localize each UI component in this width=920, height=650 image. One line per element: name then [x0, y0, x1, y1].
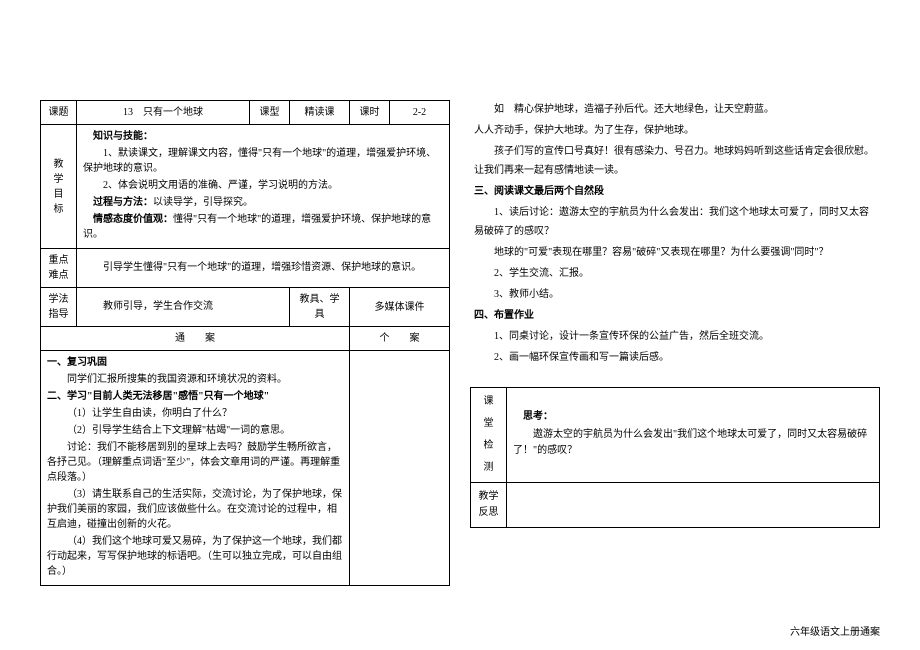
- ge-content: [350, 351, 450, 586]
- lc-h2: 二、学习"目前人类无法移居"感悟"只有一个地球": [47, 389, 343, 404]
- lc-p3: （2）引导学生结合上下文理解"枯竭"一词的意思。: [47, 423, 343, 438]
- lc-p2: （1）让学生自由读，你明白了什么？: [47, 406, 343, 421]
- method-label: 学法指导: [41, 288, 77, 327]
- check-table: 课 堂 检 测 思考： 遨游太空的宇航员为什么会发出"我们这个地球太可爱了，同时…: [470, 387, 880, 528]
- goals-sec1-l2: 2、体会说明文用语的准确、严谨，学习说明的方法。: [83, 178, 443, 193]
- check-row: 课 堂 检 测 思考： 遨游太空的宇航员为什么会发出"我们这个地球太可爱了，同时…: [471, 388, 880, 483]
- tong-content: 一、复习巩固 同学们汇报所搜集的我国资源和环境状况的资料。 二、学习"目前人类无…: [41, 351, 350, 586]
- rc-h4: 四、布置作业: [474, 306, 876, 325]
- keypoint-text: 引导学生懂得"只有一个地球"的道理，增强珍惜资源、保护地球的意识。: [77, 249, 450, 288]
- rc-p2: 1、读后讨论：遨游太空的宇航员为什么会发出：我们这个地球太可爱了，同时又太容易破…: [474, 203, 876, 241]
- reflect-content: [507, 483, 880, 528]
- goals-label: 教学 目标: [41, 125, 77, 249]
- rc-p5: 3、教师小结。: [474, 285, 876, 304]
- rc-p0b: 人人齐动手，保护大地球。为了生存，保护地球。: [474, 121, 876, 140]
- rc-p0a: 如 精心保护地球，造福子孙后代。还大地绿色，让天空蔚蓝。: [474, 100, 876, 119]
- kexing-value: 精读课: [290, 101, 350, 125]
- ge-label: 个 案: [350, 327, 450, 351]
- keshi-value: 2-2: [390, 101, 450, 125]
- lc-p1: 同学们汇报所搜集的我国资源和环境状况的资料。: [47, 372, 343, 387]
- method-text: 教师引导，学生合作交流: [77, 288, 290, 327]
- lc-p4: 讨论：我们不能移居到别的星球上去吗？鼓励学生畅所欲言，各抒己见。（理解重点词语"…: [47, 440, 343, 485]
- plan-header-row: 通 案 个 案: [41, 327, 450, 351]
- tool-label: 教具、学具: [290, 288, 350, 327]
- right-column: 如 精心保护地球，造福子孙后代。还大地绿色，让天空蔚蓝。 人人齐动手，保护大地球…: [470, 100, 880, 586]
- rc-p4: 2、学生交流、汇报。: [474, 264, 876, 283]
- tong-label: 通 案: [41, 327, 350, 351]
- reflect-label: 教学反思: [471, 483, 507, 528]
- goals-sec2: 过程与方法：以读导学，引导探究。: [83, 195, 443, 210]
- goals-sec3: 情感态度价值观：懂得"只有一个地球"的道理，增强爱护环境、保护地球的意识。: [83, 212, 443, 242]
- lesson-plan-table: 课题 13 只有一个地球 课型 精读课 课时 2-2 教学 目标 知识与技能： …: [40, 100, 450, 586]
- lc-p5: （3）请生联系自己的生活实际，交流讨论，为了保护地球，保护我们美丽的家园，我们应…: [47, 487, 343, 532]
- left-column: 课题 13 只有一个地球 课型 精读课 课时 2-2 教学 目标 知识与技能： …: [40, 100, 450, 586]
- check-title: 思考：: [513, 409, 873, 425]
- rc-p6: 1、同桌讨论，设计一条宣传环保的公益广告，然后全班交流。: [474, 327, 876, 346]
- reflect-row: 教学反思: [471, 483, 880, 528]
- rc-p1: 孩子们写的宣传口号真好！很有感染力、号召力。地球妈妈听到这些话肯定会很欣慰。让我…: [474, 142, 876, 180]
- method-row: 学法指导 教师引导，学生合作交流 教具、学具 多媒体课件: [41, 288, 450, 327]
- check-text: 遨游太空的宇航员为什么会发出"我们这个地球太可爱了，同时又太容易破碎了！"的感叹…: [513, 427, 873, 459]
- lc-h1: 一、复习巩固: [47, 355, 343, 370]
- lc-p6: （4）我们这个地球可爱又易碎，为了保护这一个地球，我们都行动起来，写写保护地球的…: [47, 534, 343, 579]
- rc-p7: 2、画一幅环保宣传画和写一篇读后感。: [474, 348, 876, 367]
- goals-sec1-l1: 1、默读课文，理解课文内容，懂得"只有一个地球"的道理，增强爱护环境、保护地球的…: [83, 146, 443, 176]
- check-label: 课 堂 检 测: [471, 388, 507, 483]
- rc-h3: 三、阅读课文最后两个自然段: [474, 182, 876, 201]
- keti-value: 13 只有一个地球: [77, 101, 250, 125]
- right-continuation: 如 精心保护地球，造福子孙后代。还大地绿色，让天空蔚蓝。 人人齐动手，保护大地球…: [470, 100, 880, 377]
- keti-label: 课题: [41, 101, 77, 125]
- kexing-label: 课型: [250, 101, 290, 125]
- goals-content: 知识与技能： 1、默读课文，理解课文内容，懂得"只有一个地球"的道理，增强爱护环…: [77, 125, 450, 249]
- keypoint-row: 重点难点 引导学生懂得"只有一个地球"的道理，增强珍惜资源、保护地球的意识。: [41, 249, 450, 288]
- tool-value: 多媒体课件: [350, 288, 450, 327]
- goals-sec1-title: 知识与技能：: [83, 129, 443, 144]
- goals-row: 教学 目标 知识与技能： 1、默读课文，理解课文内容，懂得"只有一个地球"的道理…: [41, 125, 450, 249]
- keypoint-label: 重点难点: [41, 249, 77, 288]
- page-footer: 六年级语文上册通案: [790, 623, 880, 638]
- header-row: 课题 13 只有一个地球 课型 精读课 课时 2-2: [41, 101, 450, 125]
- check-content: 思考： 遨游太空的宇航员为什么会发出"我们这个地球太可爱了，同时又太容易破碎了！…: [507, 388, 880, 483]
- rc-p3: 地球的"可爱"表现在哪里？容易"破碎"又表现在哪里？为什么要强调"同时"？: [474, 243, 876, 262]
- plan-content-row: 一、复习巩固 同学们汇报所搜集的我国资源和环境状况的资料。 二、学习"目前人类无…: [41, 351, 450, 586]
- keshi-label: 课时: [350, 101, 390, 125]
